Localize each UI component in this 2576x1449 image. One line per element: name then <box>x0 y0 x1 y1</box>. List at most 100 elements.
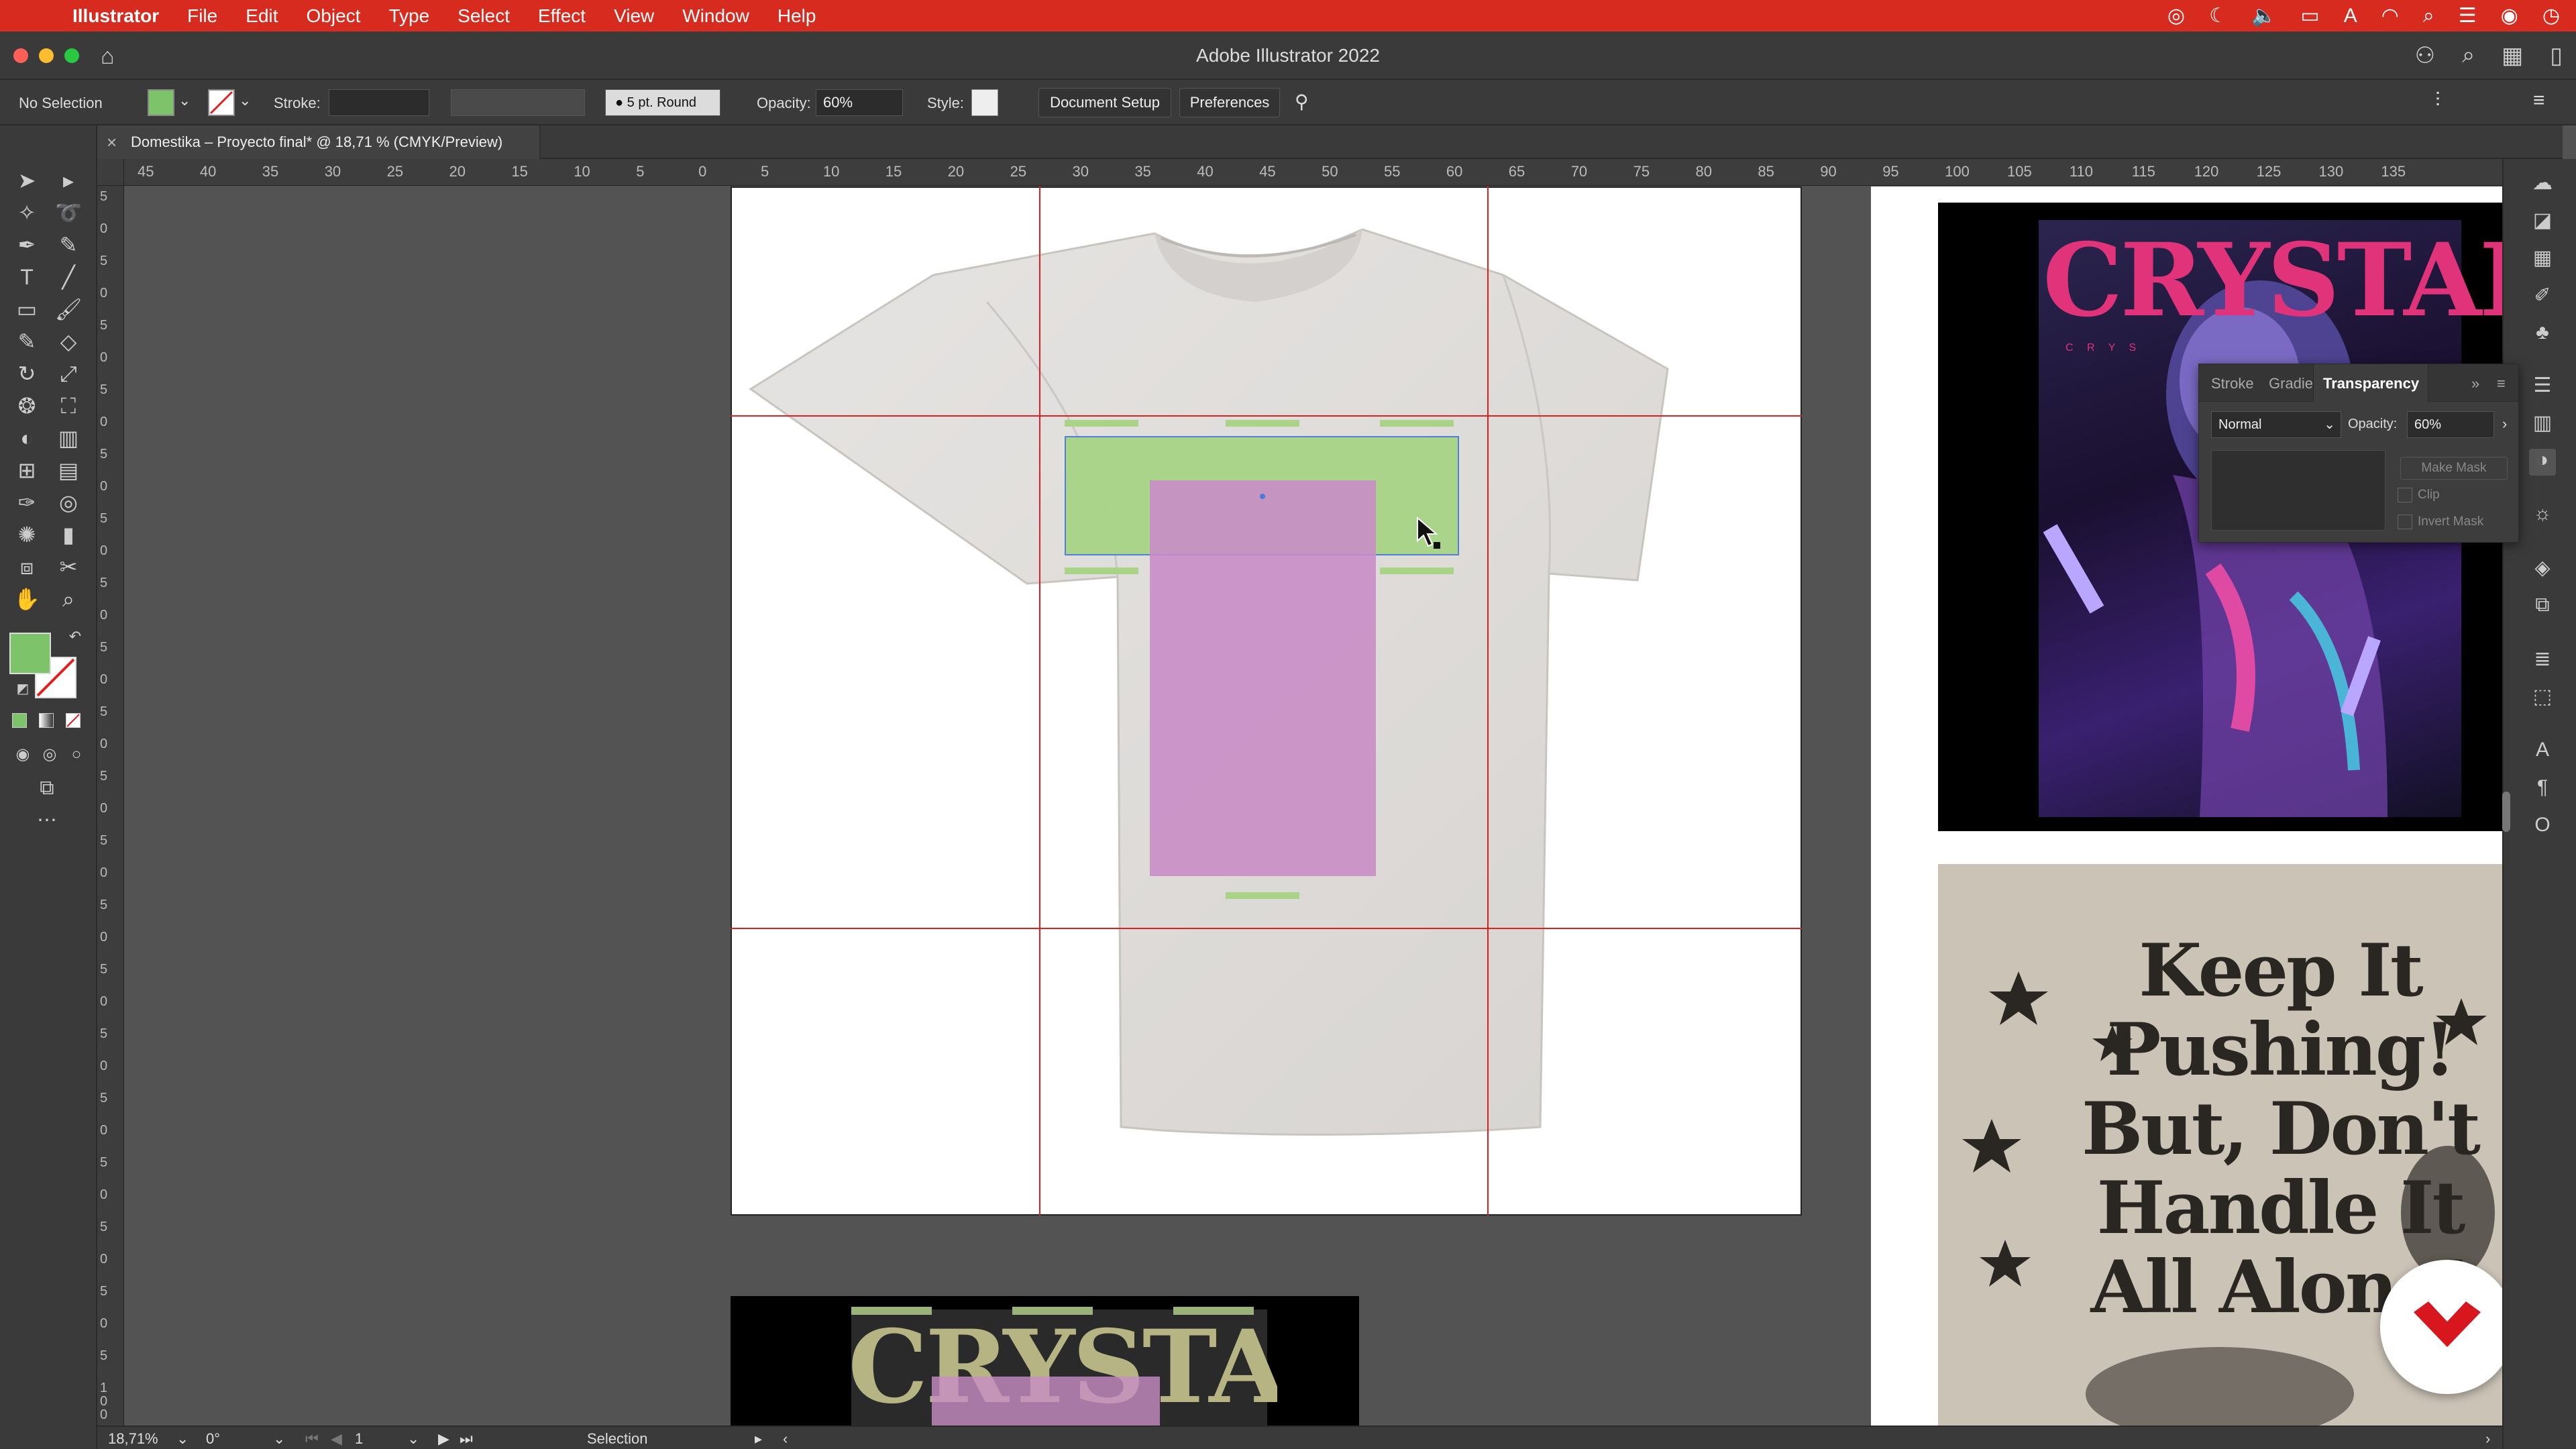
placement-mark[interactable] <box>1226 892 1299 899</box>
type-tool-icon[interactable]: T <box>11 262 43 292</box>
slice-tool-icon[interactable]: ✂ <box>52 552 85 582</box>
share-icon[interactable]: ⚇ <box>2415 42 2435 69</box>
document-setup-button[interactable]: Document Setup <box>1038 88 1171 117</box>
tab-stroke[interactable]: Stroke <box>2211 375 2254 392</box>
direct-selection-tool-icon[interactable]: ▸ <box>52 166 85 195</box>
placement-mark[interactable] <box>1380 420 1454 427</box>
artboard-crystal-tshirt-preview[interactable]: CRYSTAL <box>731 1296 1359 1426</box>
preferences-button[interactable]: Preferences <box>1179 88 1280 117</box>
opacity-field[interactable]: 60% <box>816 89 903 116</box>
artboard-tool-icon[interactable]: ⧈ <box>11 552 43 582</box>
graph-tool-icon[interactable]: ▮ <box>52 520 85 549</box>
hand-tool-icon[interactable]: ✋ <box>11 584 43 614</box>
lasso-tool-icon[interactable]: ➰ <box>52 198 85 227</box>
do-not-disturb-icon[interactable]: ☾ <box>2209 4 2227 28</box>
guide-horizontal[interactable] <box>731 928 1802 929</box>
placement-mark[interactable] <box>1065 568 1138 574</box>
gradient-panel-icon[interactable]: ▥ <box>2529 411 2556 438</box>
character-icon[interactable]: A <box>2529 739 2556 765</box>
screen-mode-icon[interactable]: ⧉ <box>31 773 63 803</box>
mesh-tool-icon[interactable]: ⊞ <box>11 455 43 485</box>
creative-cloud-icon[interactable]: ◎ <box>2167 4 2185 28</box>
next-artboard-icon[interactable]: ▶ <box>438 1430 449 1448</box>
make-mask-button[interactable]: Make Mask <box>2400 457 2508 480</box>
line-tool-icon[interactable]: ╱ <box>52 262 85 292</box>
symbols-icon[interactable]: ♣ <box>2529 321 2556 348</box>
menu-help[interactable]: Help <box>777 5 816 27</box>
menu-select[interactable]: Select <box>458 5 510 27</box>
previous-artboard-icon[interactable]: ◀ <box>331 1430 342 1448</box>
artboard-number[interactable]: 1 <box>355 1430 363 1448</box>
scroll-right-icon[interactable]: › <box>2485 1430 2490 1448</box>
more-tools-icon[interactable]: ⋯ <box>31 806 63 835</box>
zoom-level[interactable]: 18,71% <box>108 1430 158 1448</box>
curvature-tool-icon[interactable]: ✎ <box>52 230 85 260</box>
brush-definition[interactable]: ● 5 pt. Round <box>605 89 720 116</box>
menu-window[interactable]: Window <box>682 5 749 27</box>
draw-inside-icon[interactable]: ○ <box>60 740 93 769</box>
appearance-icon[interactable]: ☼ <box>2529 502 2556 529</box>
chevron-right-icon[interactable]: › <box>2502 415 2507 433</box>
input-source-icon[interactable]: A <box>2344 5 2357 28</box>
fill-swatch[interactable] <box>148 89 174 116</box>
panel-menu-icon[interactable]: ≡ <box>2497 375 2506 392</box>
guide-vertical[interactable] <box>1487 186 1489 1216</box>
menu-app-name[interactable]: Illustrator <box>72 5 159 27</box>
document-tab[interactable]: × Domestika – Proyecto final* @ 18,71 % … <box>97 125 540 159</box>
first-artboard-icon[interactable]: ⏮ <box>305 1430 319 1448</box>
stroke-weight-field[interactable] <box>329 89 429 116</box>
ruler-origin[interactable] <box>97 159 124 186</box>
pin-icon[interactable]: ⚲ <box>1295 91 1309 113</box>
properties-icon[interactable]: ◪ <box>2529 209 2556 235</box>
tab-transparency-active[interactable]: Transparency <box>2313 364 2428 402</box>
fill-color-swatch-front[interactable] <box>9 633 51 674</box>
color-mode-icon[interactable] <box>12 713 27 728</box>
vertical-scrollbar-thumb[interactable] <box>2502 792 2510 832</box>
pink-print-area[interactable] <box>1150 480 1376 876</box>
chevron-down-icon[interactable]: ⌄ <box>178 92 191 109</box>
libraries-icon[interactable]: ☁ <box>2529 171 2556 198</box>
blend-tool-icon[interactable]: ◎ <box>52 488 85 517</box>
artboards-icon[interactable]: ⧉ <box>2529 594 2556 621</box>
layers-icon[interactable]: ◈ <box>2529 556 2556 583</box>
menu-view[interactable]: View <box>614 5 654 27</box>
menu-file[interactable]: File <box>187 5 217 27</box>
domestika-logo[interactable] <box>2380 1260 2502 1394</box>
align-icon[interactable]: ⫶ <box>2435 89 2440 112</box>
placement-mark[interactable] <box>1226 420 1299 427</box>
stroke-panel-icon[interactable]: ☰ <box>2529 374 2556 400</box>
horizontal-ruler[interactable]: 45 40 35 30 25 20 15 10 5 0 5 10 15 20 25 30 35 40 45 50 55 6… <box>97 159 2502 186</box>
symbol-sprayer-tool-icon[interactable]: ✺ <box>11 520 43 549</box>
shape-builder-tool-icon[interactable]: ◐ <box>11 423 43 453</box>
none-mode-icon[interactable] <box>66 713 80 728</box>
close-tab-icon[interactable]: × <box>107 125 117 159</box>
rectangle-tool-icon[interactable]: ▭ <box>11 294 43 324</box>
scale-tool-icon[interactable]: ⤢ <box>52 359 85 388</box>
panel-menu-icon[interactable]: ≡ <box>2533 89 2545 112</box>
siri-icon[interactable]: ◉ <box>2501 4 2518 28</box>
transparency-panel-icon[interactable]: ◑ <box>2529 449 2556 476</box>
chevron-down-icon[interactable]: ⌄ <box>273 1430 285 1448</box>
menu-type[interactable]: Type <box>388 5 429 27</box>
placement-mark[interactable] <box>1065 420 1138 427</box>
last-artboard-icon[interactable]: ⏭ <box>460 1430 473 1448</box>
chevron-down-icon[interactable]: ⌄ <box>176 1430 189 1448</box>
shaper-tool-icon[interactable]: ✎ <box>11 327 43 356</box>
opacity-input[interactable]: 60% <box>2407 411 2494 438</box>
swatches-icon[interactable]: ▦ <box>2529 246 2556 273</box>
variable-width-profile[interactable] <box>451 89 585 116</box>
clip-checkbox[interactable] <box>2398 488 2412 502</box>
gradient-tool-icon[interactable]: ▤ <box>52 455 85 485</box>
collapse-panel-icon[interactable]: » <box>2471 375 2479 392</box>
free-transform-tool-icon[interactable]: ⛶ <box>52 391 85 421</box>
warp-tool-icon[interactable]: ❂ <box>11 391 43 421</box>
graphic-style-swatch[interactable] <box>971 89 998 116</box>
canvas[interactable]: CRYSTAL CRYSTAL C R Y S <box>125 186 2502 1426</box>
pen-tool-icon[interactable]: ✒ <box>11 230 43 260</box>
brushes-icon[interactable]: ✐ <box>2529 284 2556 311</box>
battery-icon[interactable]: ▭ <box>2300 4 2319 28</box>
workspace-switcher-icon[interactable]: ▯ <box>2550 42 2563 69</box>
blend-mode-select[interactable]: Normal ⌄ <box>2211 411 2341 438</box>
guide-horizontal[interactable] <box>731 415 1802 417</box>
chevron-down-icon[interactable]: ⌄ <box>239 92 251 109</box>
